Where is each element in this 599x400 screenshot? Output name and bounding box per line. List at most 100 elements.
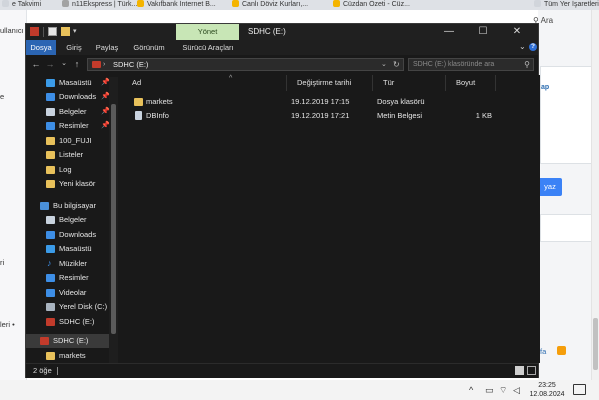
up-arrow-icon[interactable]: ↑ <box>71 58 83 70</box>
nav-item-sd-card-selected[interactable]: SDHC (E:) <box>26 334 118 348</box>
webpage-text: ri <box>0 258 5 267</box>
nav-item-pictures[interactable]: Resimler <box>26 271 118 285</box>
nav-item-documents[interactable]: Belgeler <box>26 213 118 227</box>
nav-item-desktop[interactable]: Masaüstü <box>26 242 118 256</box>
recent-locations-icon[interactable]: ⌄ <box>58 58 70 70</box>
tab-home[interactable]: Giriş <box>60 40 88 55</box>
bookmark-icon <box>137 0 144 7</box>
nav-item-downloads[interactable]: Downloads 📌 <box>26 90 118 104</box>
toolbar-divider <box>43 27 44 37</box>
chevron-right-icon[interactable]: › <box>103 59 105 71</box>
webpage-scrollbar-thumb[interactable] <box>593 318 598 370</box>
videos-icon <box>46 289 55 297</box>
nav-item-documents[interactable]: Belgeler 📌 <box>26 105 118 119</box>
tab-share[interactable]: Paylaş <box>92 40 122 55</box>
webpage-write-button[interactable]: yaz <box>538 178 562 196</box>
nav-item-listeler[interactable]: Listeler <box>26 148 118 162</box>
column-header-type[interactable]: Tür <box>373 75 446 91</box>
folder-icon <box>46 352 55 360</box>
properties-icon[interactable] <box>48 27 57 36</box>
bookmark-icon <box>232 0 239 7</box>
new-folder-icon[interactable] <box>61 27 70 36</box>
sort-ascending-icon: ^ <box>229 75 233 82</box>
webpage-footer-link[interactable]: fa <box>540 347 546 356</box>
bookmark-item[interactable]: n11Ekspress | Türk... <box>62 0 137 10</box>
clock[interactable]: 23:25 12.08.2024 <box>529 381 565 399</box>
taskbar: ^ ▭ ⌔ ◁ 23:25 12.08.2024 <box>0 380 599 400</box>
webpage-card <box>540 66 592 164</box>
details-view-icon[interactable] <box>515 366 524 375</box>
pictures-icon <box>46 122 55 130</box>
this-pc-icon <box>40 202 49 210</box>
maximize-button[interactable]: ☐ <box>466 24 500 40</box>
nav-item-desktop[interactable]: Masaüstü 📌 <box>26 76 118 90</box>
file-list-scrollbar[interactable] <box>535 75 539 363</box>
bookmark-item[interactable]: Vakıfbank İnternet B... <box>137 0 216 10</box>
tab-drive-tools[interactable]: Sürücü Araçları <box>178 40 238 55</box>
nav-item-local-disk[interactable]: Yerel Disk (C:) <box>26 300 118 314</box>
column-header-size[interactable]: Boyut <box>446 75 496 91</box>
nav-item-music[interactable]: ♪ Müzikler <box>26 257 118 271</box>
nav-item-log[interactable]: Log <box>26 163 118 177</box>
tab-file[interactable]: Dosya <box>26 40 56 55</box>
help-icon[interactable]: ? <box>529 43 537 51</box>
column-header-date[interactable]: Değiştirme tarihi <box>287 75 373 91</box>
folder-icon <box>134 98 143 106</box>
file-list: Ad ^ Değiştirme tarihi Tür Boyut markets … <box>122 75 540 363</box>
text-file-icon <box>135 111 142 120</box>
search-input[interactable]: SDHC (E:) klasöründe ara ⚲ <box>408 58 534 71</box>
webpage-text: e <box>0 92 5 101</box>
tab-view[interactable]: Görünüm <box>130 40 168 55</box>
music-icon: ♪ <box>47 258 52 268</box>
battery-icon[interactable]: ▭ <box>485 385 494 395</box>
webpage-card <box>540 214 592 242</box>
bookmark-icon <box>534 0 541 7</box>
webpage-map-link[interactable]: ap <box>541 84 549 91</box>
back-arrow-icon[interactable]: ← <box>30 58 42 70</box>
documents-icon <box>46 216 55 224</box>
network-icon[interactable]: ⌔ <box>499 385 507 395</box>
chevron-down-icon[interactable]: ▾ <box>73 28 80 35</box>
nav-item-markets[interactable]: markets <box>26 349 118 363</box>
forward-arrow-icon[interactable]: → <box>44 58 56 70</box>
sd-card-icon <box>40 337 49 345</box>
bookmark-item[interactable]: e Takvimi <box>2 0 41 10</box>
file-row[interactable]: markets 19.12.2019 17:15 Dosya klasörü <box>122 95 532 108</box>
column-header-name[interactable]: Ad ^ <box>122 75 287 91</box>
file-name[interactable]: markets <box>146 95 173 108</box>
nav-item-100-fuji[interactable]: 100_FUJI <box>26 134 118 148</box>
chevron-down-icon[interactable]: ⌄ <box>381 59 387 71</box>
file-row[interactable]: DBInfo 19.12.2019 17:21 Metin Belgesi 1 … <box>122 109 532 122</box>
large-icons-view-icon[interactable] <box>527 366 536 375</box>
file-type: Dosya klasörü <box>377 97 425 106</box>
nav-item-downloads[interactable]: Downloads <box>26 228 118 242</box>
address-path[interactable]: SDHC (E:) <box>113 59 148 71</box>
sd-card-icon <box>92 61 101 68</box>
address-bar[interactable]: › SDHC (E:) ⌄ ↻ <box>87 58 404 71</box>
bookmark-item[interactable]: Canlı Döviz Kurları,... <box>232 0 308 10</box>
nav-item-this-pc[interactable]: Bu bilgisayar <box>26 199 118 213</box>
file-explorer-window: ▾ Yönet SDHC (E:) — ☐ ✕ Dosya Giriş Payl… <box>25 23 540 378</box>
minimize-button[interactable]: — <box>432 24 466 40</box>
sd-card-icon <box>46 318 55 326</box>
file-name[interactable]: DBInfo <box>146 109 169 122</box>
search-icon[interactable]: ⚲ <box>524 59 530 71</box>
pictures-icon <box>46 274 55 282</box>
manage-tab[interactable]: Yönet <box>176 24 239 40</box>
nav-item-sd-card[interactable]: SDHC (E:) <box>26 315 118 329</box>
bookmark-item[interactable]: Tüm Yer İşaretleri <box>534 0 599 10</box>
nav-item-pictures[interactable]: Resimler 📌 <box>26 119 118 133</box>
nav-item-new-folder[interactable]: Yeni klasör <box>26 177 118 191</box>
volume-icon[interactable]: ◁ <box>513 385 520 395</box>
rss-icon[interactable] <box>557 346 566 355</box>
chevron-down-icon[interactable]: ⌄ <box>519 42 526 51</box>
bookmarks-bar: e Takvimi n11Ekspress | Türk... Vakıfban… <box>0 0 599 10</box>
chevron-up-icon[interactable]: ^ <box>469 385 473 395</box>
refresh-icon[interactable]: ↻ <box>393 59 400 71</box>
navigation-pane-scrollbar-thumb[interactable] <box>111 104 116 334</box>
notification-icon[interactable] <box>573 384 586 395</box>
file-modified: 19.12.2019 17:21 <box>291 111 350 120</box>
close-button[interactable]: ✕ <box>500 24 534 40</box>
nav-item-videos[interactable]: Videolar <box>26 286 118 300</box>
bookmark-item[interactable]: Cüzdan Özeti - Cüz... <box>333 0 410 10</box>
